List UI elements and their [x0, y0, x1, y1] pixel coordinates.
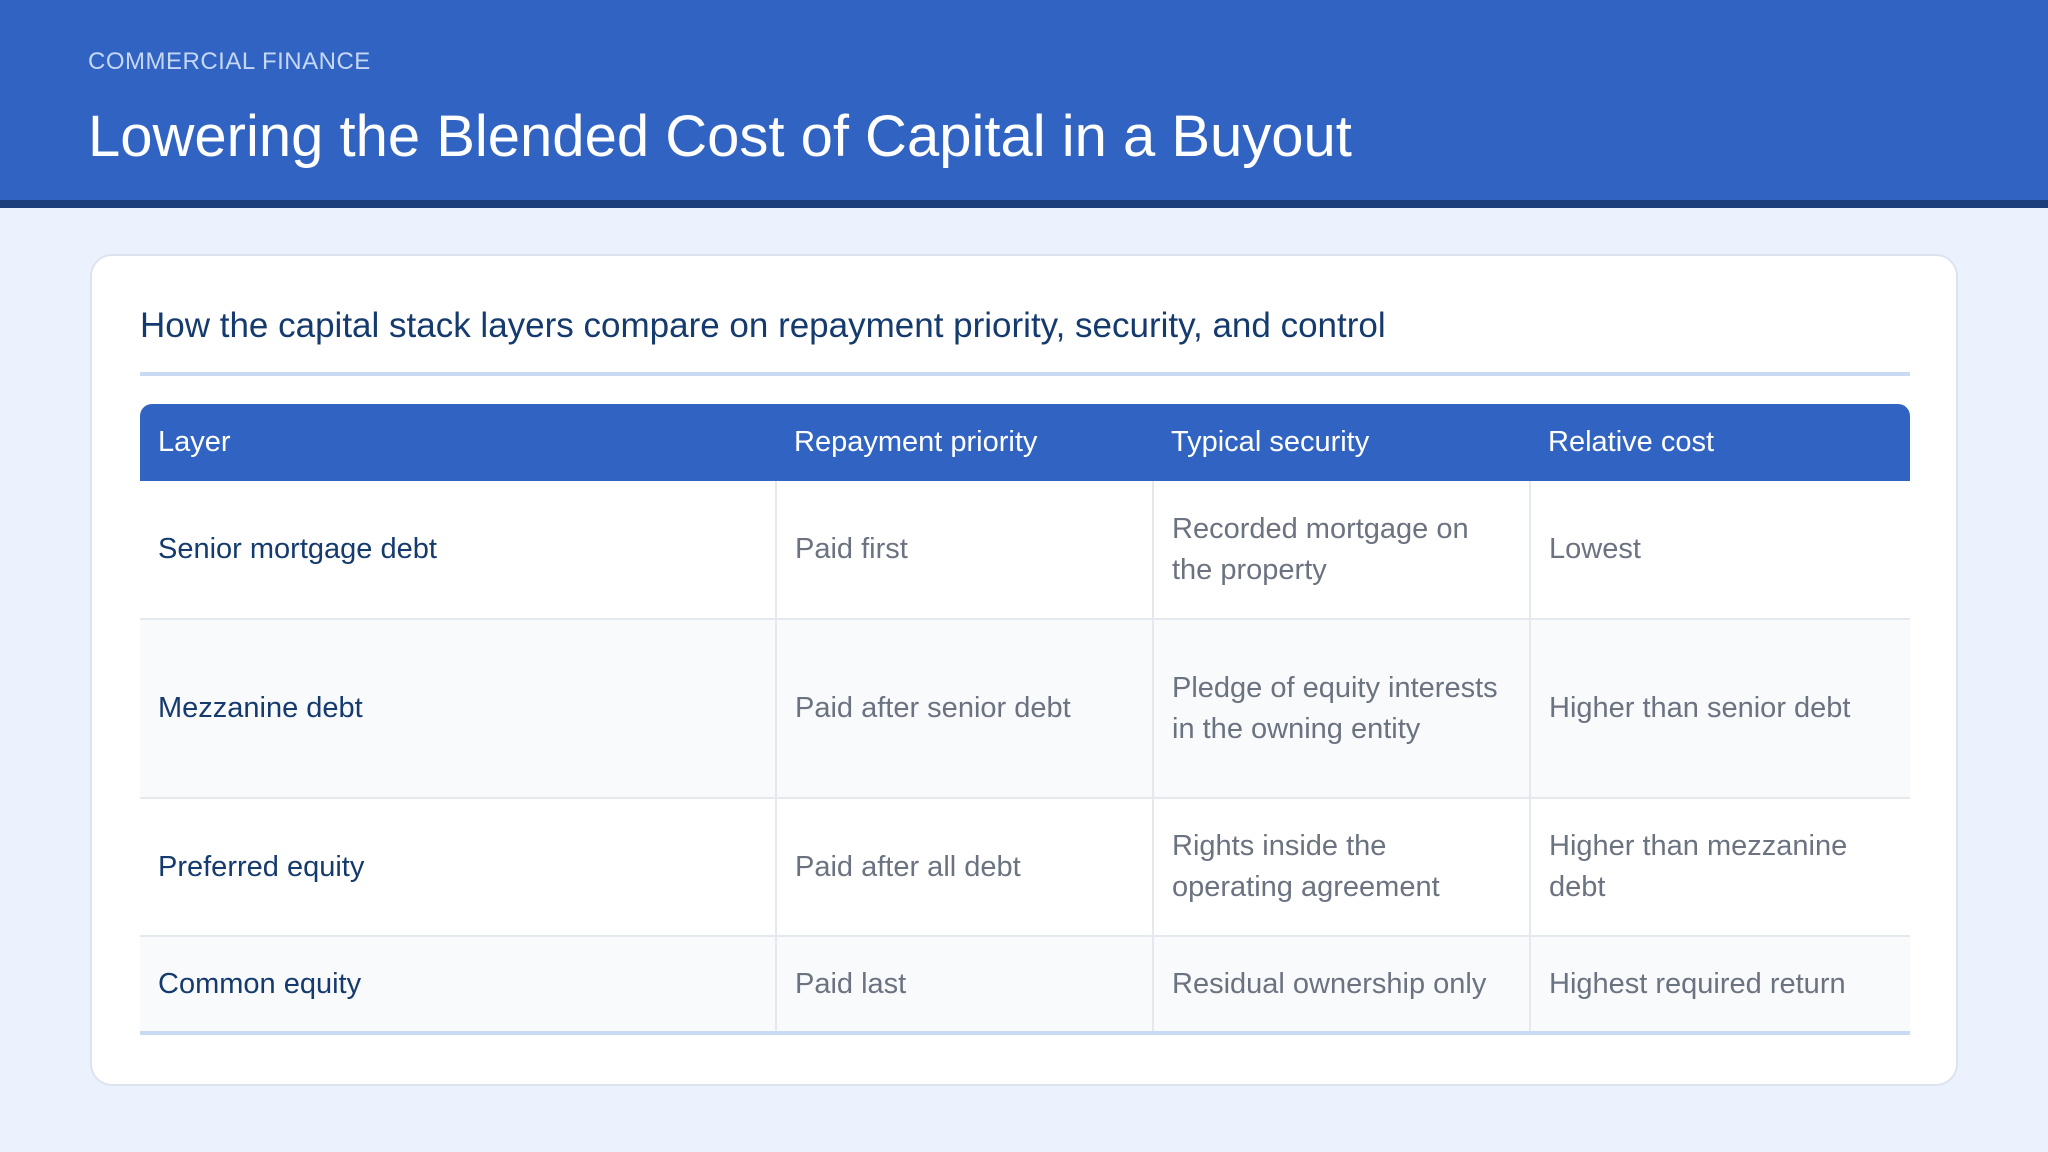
cell-relative-cost: Lowest [1529, 481, 1910, 620]
page-header: COMMERCIAL FINANCE Lowering the Blended … [0, 0, 2048, 208]
cell-typical-security: Residual ownership only [1152, 936, 1530, 1035]
table-row: Preferred equity Paid after all debt Rig… [140, 798, 1910, 937]
table-row: Mezzanine debt Paid after senior debt Pl… [140, 619, 1910, 799]
cell-repayment-priority: Paid after all debt [775, 798, 1153, 937]
cell-layer: Senior mortgage debt [140, 481, 776, 620]
cell-relative-cost: Higher than senior debt [1529, 619, 1910, 799]
table-subtitle: How the capital stack layers compare on … [140, 306, 1386, 345]
cell-repayment-priority: Paid after senior debt [775, 619, 1153, 799]
page-title: Lowering the Blended Cost of Capital in … [88, 104, 1352, 169]
column-header-repayment-priority: Repayment priority [776, 404, 1153, 481]
column-header-relative-cost: Relative cost [1530, 404, 1910, 481]
cell-relative-cost: Highest required return [1529, 936, 1910, 1035]
cell-typical-security: Rights inside the operating agreement [1152, 798, 1530, 937]
cell-relative-cost: Higher than mezzanine debt [1529, 798, 1910, 937]
column-header-typical-security: Typical security [1153, 404, 1530, 481]
capital-stack-table: Layer Repayment priority Typical securit… [140, 404, 1910, 1035]
table-row: Common equity Paid last Residual ownersh… [140, 936, 1910, 1035]
table-header-row: Layer Repayment priority Typical securit… [140, 404, 1910, 481]
cell-repayment-priority: Paid first [775, 481, 1153, 620]
section-eyebrow: COMMERCIAL FINANCE [88, 48, 371, 75]
cell-repayment-priority: Paid last [775, 936, 1153, 1035]
subtitle-divider [140, 372, 1910, 376]
table-row: Senior mortgage debt Paid first Recorded… [140, 481, 1910, 620]
cell-layer: Preferred equity [140, 798, 776, 937]
cell-typical-security: Pledge of equity interests in the owning… [1152, 619, 1530, 799]
cell-typical-security: Recorded mortgage on the property [1152, 481, 1530, 620]
column-header-layer: Layer [140, 404, 776, 481]
cell-layer: Common equity [140, 936, 776, 1035]
cell-layer: Mezzanine debt [140, 619, 776, 799]
